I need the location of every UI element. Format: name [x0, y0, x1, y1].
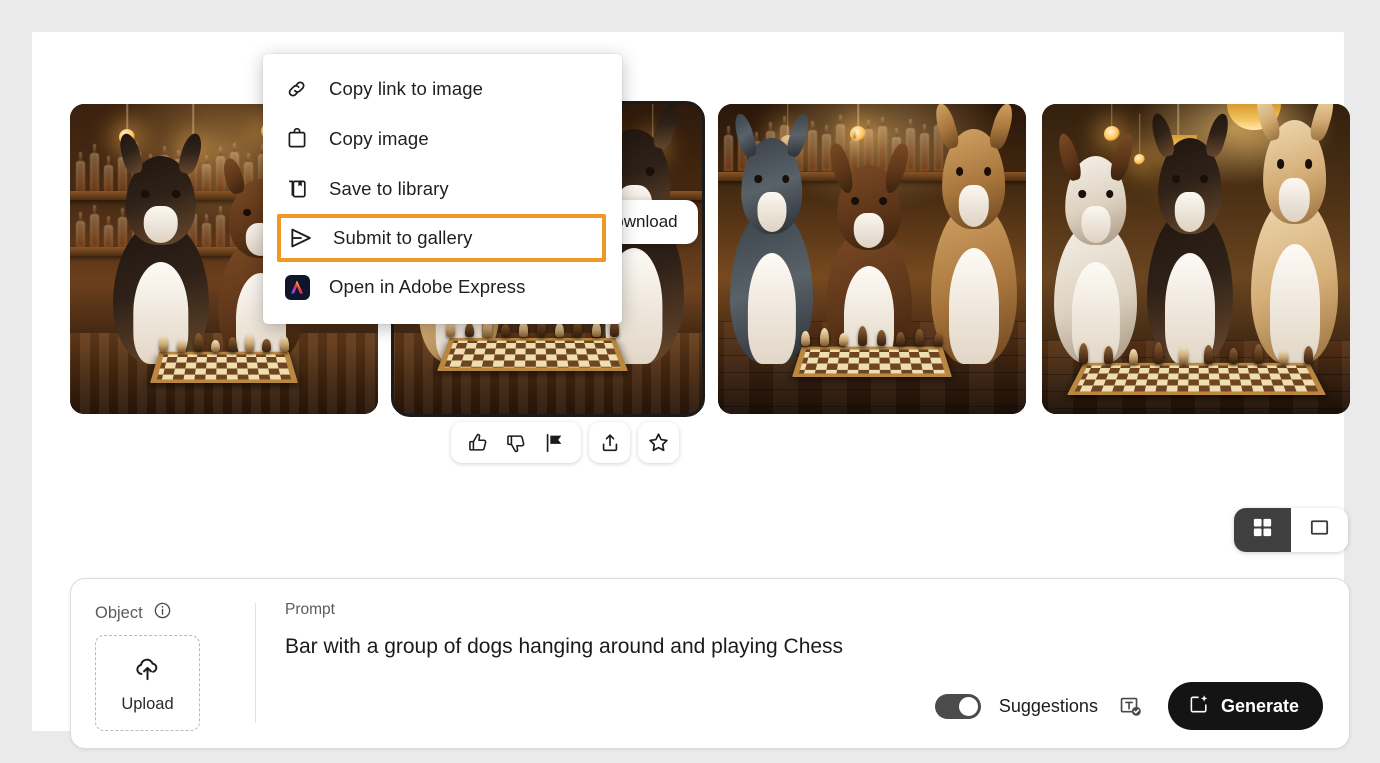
cloud-upload-icon	[132, 653, 163, 689]
view-mode-toggle	[1234, 508, 1348, 552]
prompt-actions: Suggestions Generate	[934, 682, 1323, 730]
toggle-knob	[958, 696, 978, 716]
flag-icon[interactable]	[535, 422, 573, 463]
generate-button[interactable]: Generate	[1167, 682, 1323, 730]
menu-item-open-in-adobe-express[interactable]: Open in Adobe Express	[263, 262, 622, 312]
object-panel: Object Upload	[71, 579, 223, 748]
star-icon[interactable]	[638, 422, 679, 463]
prompt-bar: Object Upload Prompt Bar with a group of…	[70, 578, 1350, 749]
menu-item-save-to-library[interactable]: Save to library	[263, 164, 622, 214]
menu-item-submit-to-gallery[interactable]: Submit to gallery	[277, 214, 606, 262]
panel-divider	[255, 603, 256, 723]
image-action-toolbar	[451, 422, 679, 463]
upload-label: Upload	[121, 694, 174, 713]
menu-item-label: Submit to gallery	[333, 227, 473, 248]
send-icon	[287, 224, 315, 252]
result-image-card-3[interactable]	[718, 104, 1026, 414]
menu-item-label: Save to library	[329, 178, 449, 199]
thumbs-down-icon[interactable]	[497, 422, 535, 463]
thumbs-up-icon[interactable]	[459, 422, 497, 463]
prompt-panel: Prompt Bar with a group of dogs hanging …	[285, 601, 1325, 660]
suggestions-toggle[interactable]	[934, 693, 981, 719]
upload-dropzone[interactable]: Upload	[95, 635, 200, 731]
save-to-library-icon	[283, 175, 311, 203]
link-icon	[283, 75, 311, 103]
image-context-menu: Copy link to image Copy image Save to li…	[263, 54, 622, 324]
prompt-label: Prompt	[285, 601, 335, 618]
result-image-card-4[interactable]	[1042, 104, 1350, 414]
adobe-express-icon	[283, 273, 311, 301]
menu-item-label: Copy image	[329, 128, 429, 149]
menu-item-label: Copy link to image	[329, 78, 483, 99]
square-icon	[1308, 516, 1331, 544]
screen-root: Download Copy link to image Copy image S…	[0, 0, 1380, 763]
object-label: Object	[95, 603, 143, 622]
prompt-input[interactable]: Bar with a group of dogs hanging around …	[285, 633, 1325, 660]
text-check-icon[interactable]	[1116, 691, 1146, 721]
share-icon[interactable]	[589, 422, 630, 463]
menu-item-label: Open in Adobe Express	[329, 276, 526, 297]
generate-sparkle-icon	[1188, 693, 1210, 720]
grid-icon	[1251, 516, 1274, 544]
suggestions-label: Suggestions	[998, 695, 1098, 716]
app-panel: Download Copy link to image Copy image S…	[32, 32, 1350, 749]
menu-item-copy-link-to-image[interactable]: Copy link to image	[263, 64, 622, 114]
generate-label: Generate	[1220, 695, 1299, 716]
generated-image-3	[718, 104, 1026, 414]
object-header: Object	[95, 601, 223, 625]
clipboard-icon	[283, 125, 311, 153]
menu-item-copy-image[interactable]: Copy image	[263, 114, 622, 164]
grid-view-button[interactable]	[1234, 508, 1291, 552]
info-icon[interactable]	[153, 601, 172, 625]
single-view-button[interactable]	[1291, 508, 1348, 552]
feedback-group	[451, 422, 581, 463]
generated-image-4	[1042, 104, 1350, 414]
